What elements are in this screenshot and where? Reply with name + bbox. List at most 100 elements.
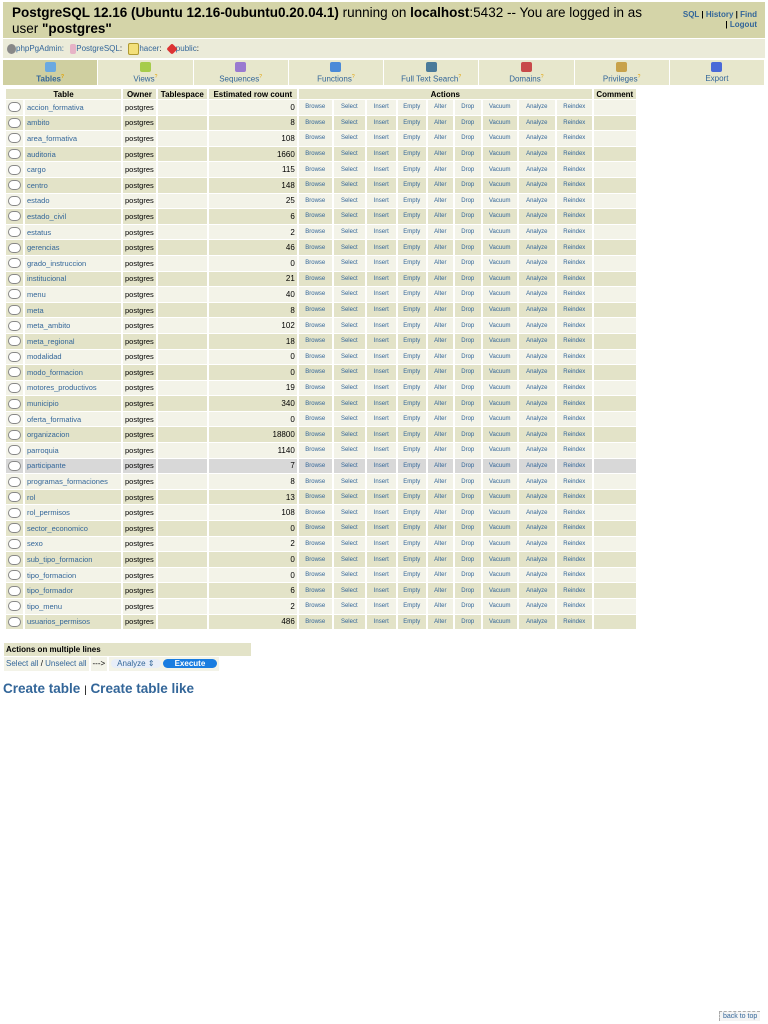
action-alter[interactable]: Alter bbox=[427, 411, 453, 427]
action-insert[interactable]: Insert bbox=[366, 115, 396, 131]
execute-button[interactable]: Execute bbox=[162, 659, 218, 668]
action-insert[interactable]: Insert bbox=[366, 240, 396, 255]
action-drop[interactable]: Drop bbox=[454, 224, 481, 240]
action-drop[interactable]: Drop bbox=[454, 209, 481, 224]
action-empty[interactable]: Empty bbox=[397, 240, 426, 255]
action-select[interactable]: Select bbox=[333, 333, 365, 349]
help-icon[interactable]: ? bbox=[541, 74, 544, 80]
action-vacuum[interactable]: Vacuum bbox=[482, 474, 517, 489]
action-analyze[interactable]: Analyze bbox=[518, 146, 555, 162]
action-reindex[interactable]: Reindex bbox=[556, 177, 592, 193]
action-insert[interactable]: Insert bbox=[366, 380, 396, 396]
action-analyze[interactable]: Analyze bbox=[518, 521, 555, 536]
action-drop[interactable]: Drop bbox=[454, 115, 481, 131]
action-analyze[interactable]: Analyze bbox=[518, 177, 555, 193]
unselect-all-link[interactable]: Unselect all bbox=[45, 659, 86, 668]
action-alter[interactable]: Alter bbox=[427, 443, 453, 458]
action-browse[interactable]: Browse bbox=[298, 115, 332, 131]
action-browse[interactable]: Browse bbox=[298, 318, 332, 333]
action-vacuum[interactable]: Vacuum bbox=[482, 458, 517, 474]
action-analyze[interactable]: Analyze bbox=[518, 396, 555, 411]
action-drop[interactable]: Drop bbox=[454, 411, 481, 427]
action-vacuum[interactable]: Vacuum bbox=[482, 162, 517, 177]
action-select[interactable]: Select bbox=[333, 489, 365, 505]
row-checkbox[interactable] bbox=[8, 351, 21, 362]
action-empty[interactable]: Empty bbox=[397, 162, 426, 177]
action-analyze[interactable]: Analyze bbox=[518, 115, 555, 131]
row-checkbox[interactable] bbox=[8, 211, 21, 222]
action-empty[interactable]: Empty bbox=[397, 505, 426, 521]
table-name-link[interactable]: sexo bbox=[27, 539, 43, 548]
table-name-link[interactable]: meta_ambito bbox=[27, 321, 70, 330]
action-insert[interactable]: Insert bbox=[366, 162, 396, 177]
action-alter[interactable]: Alter bbox=[427, 396, 453, 411]
action-alter[interactable]: Alter bbox=[427, 271, 453, 287]
action-empty[interactable]: Empty bbox=[397, 396, 426, 411]
action-insert[interactable]: Insert bbox=[366, 349, 396, 365]
row-checkbox[interactable] bbox=[8, 429, 21, 440]
action-empty[interactable]: Empty bbox=[397, 209, 426, 224]
action-empty[interactable]: Empty bbox=[397, 302, 426, 318]
action-select[interactable]: Select bbox=[333, 131, 365, 146]
action-insert[interactable]: Insert bbox=[366, 209, 396, 224]
action-empty[interactable]: Empty bbox=[397, 115, 426, 131]
action-browse[interactable]: Browse bbox=[298, 567, 332, 583]
action-analyze[interactable]: Analyze bbox=[518, 599, 555, 614]
action-insert[interactable]: Insert bbox=[366, 567, 396, 583]
action-insert[interactable]: Insert bbox=[366, 318, 396, 333]
action-insert[interactable]: Insert bbox=[366, 521, 396, 536]
row-checkbox[interactable] bbox=[8, 523, 21, 534]
row-checkbox[interactable] bbox=[8, 398, 21, 409]
tab-domains[interactable]: Domains? bbox=[479, 60, 575, 85]
action-insert[interactable]: Insert bbox=[366, 536, 396, 552]
action-reindex[interactable]: Reindex bbox=[556, 427, 592, 443]
action-select[interactable]: Select bbox=[333, 302, 365, 318]
row-checkbox[interactable] bbox=[8, 133, 21, 144]
row-checkbox[interactable] bbox=[8, 460, 21, 471]
tab-views[interactable]: Views? bbox=[98, 60, 194, 85]
action-alter[interactable]: Alter bbox=[427, 380, 453, 396]
action-alter[interactable]: Alter bbox=[427, 287, 453, 302]
action-reindex[interactable]: Reindex bbox=[556, 255, 592, 271]
action-browse[interactable]: Browse bbox=[298, 458, 332, 474]
tab-tables[interactable]: Tables? bbox=[3, 60, 99, 85]
action-reindex[interactable]: Reindex bbox=[556, 552, 592, 567]
action-vacuum[interactable]: Vacuum bbox=[482, 177, 517, 193]
row-checkbox[interactable] bbox=[8, 554, 21, 565]
action-browse[interactable]: Browse bbox=[298, 146, 332, 162]
action-analyze[interactable]: Analyze bbox=[518, 240, 555, 255]
table-name-link[interactable]: parroquia bbox=[27, 446, 59, 455]
row-checkbox[interactable] bbox=[8, 414, 21, 425]
action-drop[interactable]: Drop bbox=[454, 287, 481, 302]
action-insert[interactable]: Insert bbox=[366, 552, 396, 567]
action-drop[interactable]: Drop bbox=[454, 240, 481, 255]
tab-full-text-search[interactable]: Full Text Search? bbox=[384, 60, 480, 85]
action-insert[interactable]: Insert bbox=[366, 396, 396, 411]
action-reindex[interactable]: Reindex bbox=[556, 567, 592, 583]
action-drop[interactable]: Drop bbox=[454, 614, 481, 630]
table-name-link[interactable]: estado_civil bbox=[27, 212, 66, 221]
action-alter[interactable]: Alter bbox=[427, 552, 453, 567]
action-alter[interactable]: Alter bbox=[427, 365, 453, 380]
table-name-link[interactable]: meta bbox=[27, 306, 44, 315]
table-name-link[interactable]: auditoria bbox=[27, 150, 56, 159]
action-reindex[interactable]: Reindex bbox=[556, 614, 592, 630]
table-name-link[interactable]: motores_productivos bbox=[27, 383, 97, 392]
action-alter[interactable]: Alter bbox=[427, 474, 453, 489]
tab-privileges[interactable]: Privileges? bbox=[575, 60, 670, 85]
action-reindex[interactable]: Reindex bbox=[556, 224, 592, 240]
action-drop[interactable]: Drop bbox=[454, 146, 481, 162]
action-reindex[interactable]: Reindex bbox=[556, 349, 592, 365]
table-name-link[interactable]: accion_formativa bbox=[27, 103, 84, 112]
action-browse[interactable]: Browse bbox=[298, 333, 332, 349]
action-empty[interactable]: Empty bbox=[397, 349, 426, 365]
action-empty[interactable]: Empty bbox=[397, 365, 426, 380]
row-checkbox[interactable] bbox=[8, 117, 21, 128]
action-alter[interactable]: Alter bbox=[427, 489, 453, 505]
action-alter[interactable]: Alter bbox=[427, 240, 453, 255]
action-alter[interactable]: Alter bbox=[427, 583, 453, 598]
action-select[interactable]: Select bbox=[333, 146, 365, 162]
action-drop[interactable]: Drop bbox=[454, 443, 481, 458]
action-empty[interactable]: Empty bbox=[397, 380, 426, 396]
table-name-link[interactable]: organizacion bbox=[27, 430, 70, 439]
